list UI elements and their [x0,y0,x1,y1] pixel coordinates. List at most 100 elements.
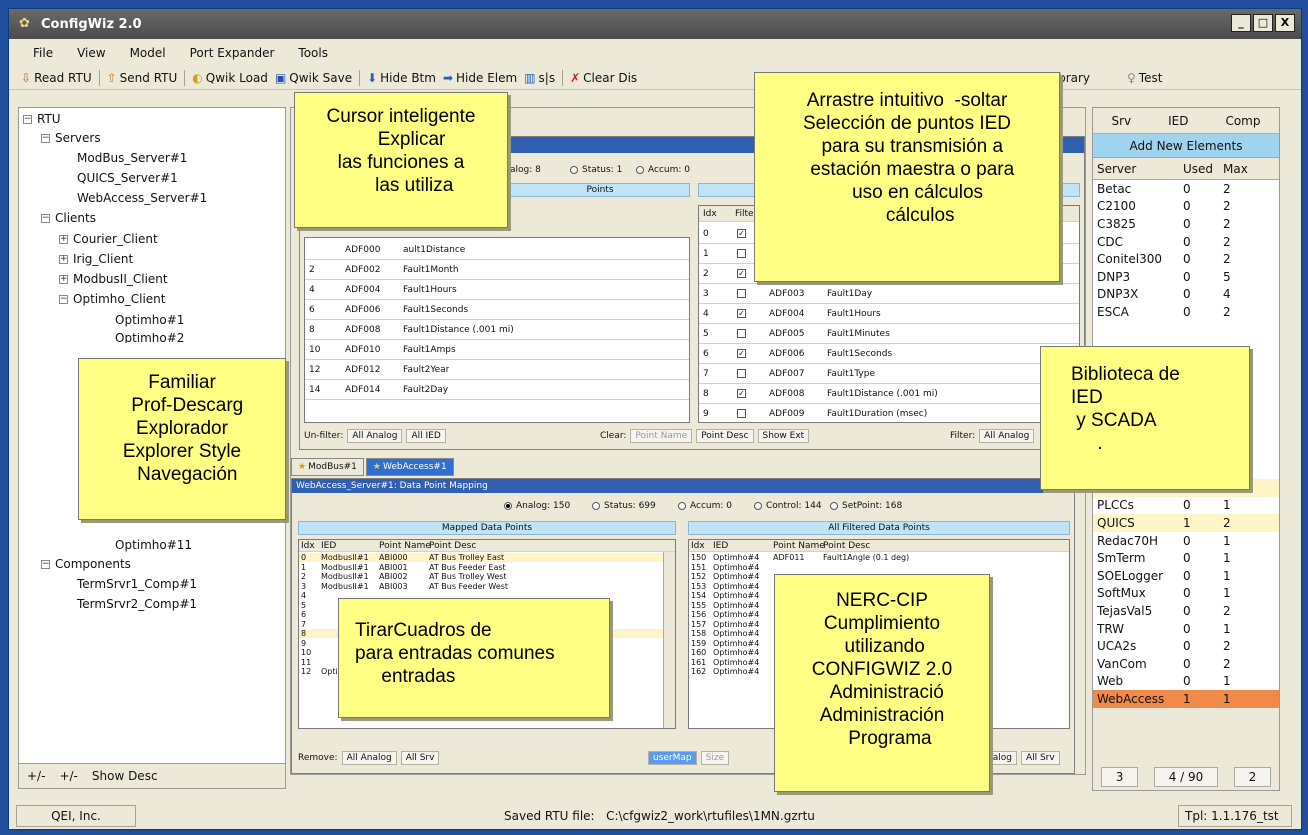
grid-row[interactable]: 5 ADF005 Fault1Minutes [699,324,1079,344]
filter-checkbox[interactable] [737,369,746,378]
server-type-row[interactable]: ESCA 0 2 [1093,303,1279,321]
tab-webaccess[interactable]: ★ WebAccess#1 [365,458,454,476]
radio-accum[interactable]: Accum: 0 [636,165,690,175]
clear-display-button[interactable]: ✗ Clear Dis [570,71,637,85]
size-button[interactable]: Size [700,751,730,765]
filter-all-analog-button[interactable]: All Analog [979,429,1035,443]
qwik-load-button[interactable]: ◐ Qwik Load [192,71,268,85]
tab-ied[interactable]: IED [1168,114,1188,128]
qwik-save-button[interactable]: ▣ Qwik Save [275,71,352,85]
server-type-row[interactable]: PLCCs 0 1 [1093,496,1279,515]
grid-row[interactable]: 6 ✓ ADF006 Fault1Seconds [699,344,1079,364]
server-type-row[interactable]: Conitel300 0 2 [1093,250,1279,268]
usermap-select[interactable]: userMap [648,751,697,765]
clear-point-name-button[interactable]: Point Name [630,429,693,443]
server-type-row[interactable]: UCA2s 0 2 [1093,637,1279,656]
tree-node-client[interactable]: + Irig_Client [59,252,133,266]
scrollbar[interactable] [663,552,675,728]
unfilter-all-ied-button[interactable]: All IED [406,429,446,443]
tab-srv[interactable]: Srv [1111,114,1131,128]
mapped-row[interactable]: 2 ModbusII#1 ABI002 AT Bus Trolley West [299,572,675,581]
tree-node-client[interactable]: + ModbusII_Client [59,272,168,286]
grid-row[interactable]: ADF000 ault1Distance [305,240,689,260]
radio-option[interactable]: Status: 699 [592,501,656,511]
server-type-row[interactable] [1093,320,1279,339]
tree-node-server[interactable]: WebAccess_Server#1 [77,191,207,205]
tree-node-optimho[interactable]: Optimho#1 [115,313,184,327]
tree-node-servers[interactable]: − Servers [41,131,101,145]
hide-btm-button[interactable]: ⬇ Hide Btm [367,71,436,85]
radio-option[interactable]: Control: 144 [754,501,822,511]
filter-checkbox[interactable] [737,329,746,338]
collapse-toggle-button[interactable]: +/- [59,769,77,783]
server-type-row[interactable]: SoftMux 0 1 [1093,584,1279,603]
close-button[interactable]: X [1275,14,1295,32]
unfilter-all-analog-button[interactable]: All Analog [347,429,403,443]
radio-option[interactable]: SetPoint: 168 [830,501,902,511]
menu-port-expander[interactable]: Port Expander [190,46,275,60]
server-type-row[interactable]: TejasVal5 0 2 [1093,602,1279,620]
mapped-row[interactable]: 3 ModbusII#1 ABI003 AT Bus Feeder West [299,582,675,591]
mapped-row[interactable]: 1 ModbusII#1 ABI001 AT Bus Feeder East [299,563,675,572]
tree-node-client[interactable]: − Optimho_Client [59,292,165,306]
maximize-button[interactable]: □ [1253,14,1273,32]
grid-row[interactable]: 8 ADF008 Fault1Distance (.001 mi) [305,320,689,340]
clear-point-desc-button[interactable]: Point Desc [696,429,754,443]
filter-checkbox[interactable]: ✓ [737,269,746,278]
menu-tools[interactable]: Tools [298,46,328,60]
filter-checkbox[interactable]: ✓ [737,349,746,358]
tree-node-rtu[interactable]: − RTU [23,112,61,126]
filtered-row[interactable]: 150 Optimho#4 ADF011 Fault1Angle (0.1 deg) [689,553,1069,562]
expand-toggle-button[interactable]: +/- [27,769,45,783]
tree-node-client[interactable]: + Courier_Client [59,232,158,246]
server-type-row[interactable]: C3825 0 2 [1093,215,1279,233]
server-type-row[interactable]: CDC 0 2 [1093,232,1279,251]
server-type-row[interactable]: C2100 0 2 [1093,197,1279,216]
tab-comp[interactable]: Comp [1225,114,1260,128]
grid-row[interactable]: 14 ADF014 Fault2Day [305,380,689,400]
grid-row[interactable]: 6 ADF006 Fault1Seconds [305,300,689,320]
tree-node-components[interactable]: − Components [41,557,131,571]
send-rtu-button[interactable]: ⇧ Send RTU [107,71,178,85]
grid-row[interactable]: 9 ADF009 Fault1Duration (msec) [699,404,1079,422]
hide-elem-button[interactable]: ➡ Hide Elem [443,71,517,85]
menu-view[interactable]: View [77,46,105,60]
tree-node-component[interactable]: TermSrvr2_Comp#1 [77,597,197,611]
server-type-row[interactable]: TRW 0 1 [1093,619,1279,638]
all-srv-button[interactable]: All Srv [1020,751,1060,765]
grid-row[interactable]: 8 ✓ ADF008 Fault1Distance (.001 mi) [699,384,1079,404]
tree-node-server[interactable]: ModBus_Server#1 [77,151,187,165]
add-new-elements-button[interactable]: Add New Elements [1093,134,1279,158]
filter-checkbox[interactable] [737,249,746,258]
tree-node-clients[interactable]: − Clients [41,211,96,225]
menu-model[interactable]: Model [130,46,166,60]
server-type-row[interactable]: VanCom 0 2 [1093,655,1279,673]
filter-checkbox[interactable]: ✓ [737,309,746,318]
test-button[interactable]: ♀ Test [1127,71,1162,85]
server-type-row[interactable]: Web 0 1 [1093,672,1279,691]
server-type-row[interactable]: SmTerm 0 1 [1093,549,1279,568]
tree-node-optimho[interactable]: Optimho#2 [115,333,184,343]
filter-checkbox[interactable]: ✓ [737,229,746,238]
minimize-button[interactable]: _ [1231,14,1251,32]
server-type-row[interactable]: SOELogger 0 1 [1093,567,1279,585]
show-ext-button[interactable]: Show Ext [757,429,810,443]
tree-node-component[interactable]: TermSrvr1_Comp#1 [77,577,197,591]
radio-analog[interactable]: alog: 8 [510,165,541,175]
filter-checkbox[interactable] [737,289,746,298]
read-rtu-button[interactable]: ⇩ Read RTU [21,71,92,85]
server-type-row[interactable]: WebAccess 1 1 [1093,690,1279,708]
remove-all-srv-button[interactable]: All Srv [400,751,440,765]
show-desc-button[interactable]: Show Desc [92,769,158,783]
tree-node-optimho[interactable]: Optimho#11 [115,538,192,552]
radio-option[interactable]: Accum: 0 [678,501,732,511]
server-type-row[interactable]: Redac70H 0 1 [1093,531,1279,550]
tree-node-server[interactable]: QUICS_Server#1 [77,171,178,185]
grid-row[interactable]: 10 ADF010 Fault1Amps [305,340,689,360]
remove-all-analog-button[interactable]: All Analog [341,751,397,765]
grid-row[interactable]: 7 ADF007 Fault1Type [699,364,1079,384]
radio-status[interactable]: Status: 1 [570,165,622,175]
filter-checkbox[interactable] [737,409,746,418]
menu-file[interactable]: File [33,46,53,60]
server-type-row[interactable]: QUICS 1 2 [1093,514,1279,532]
